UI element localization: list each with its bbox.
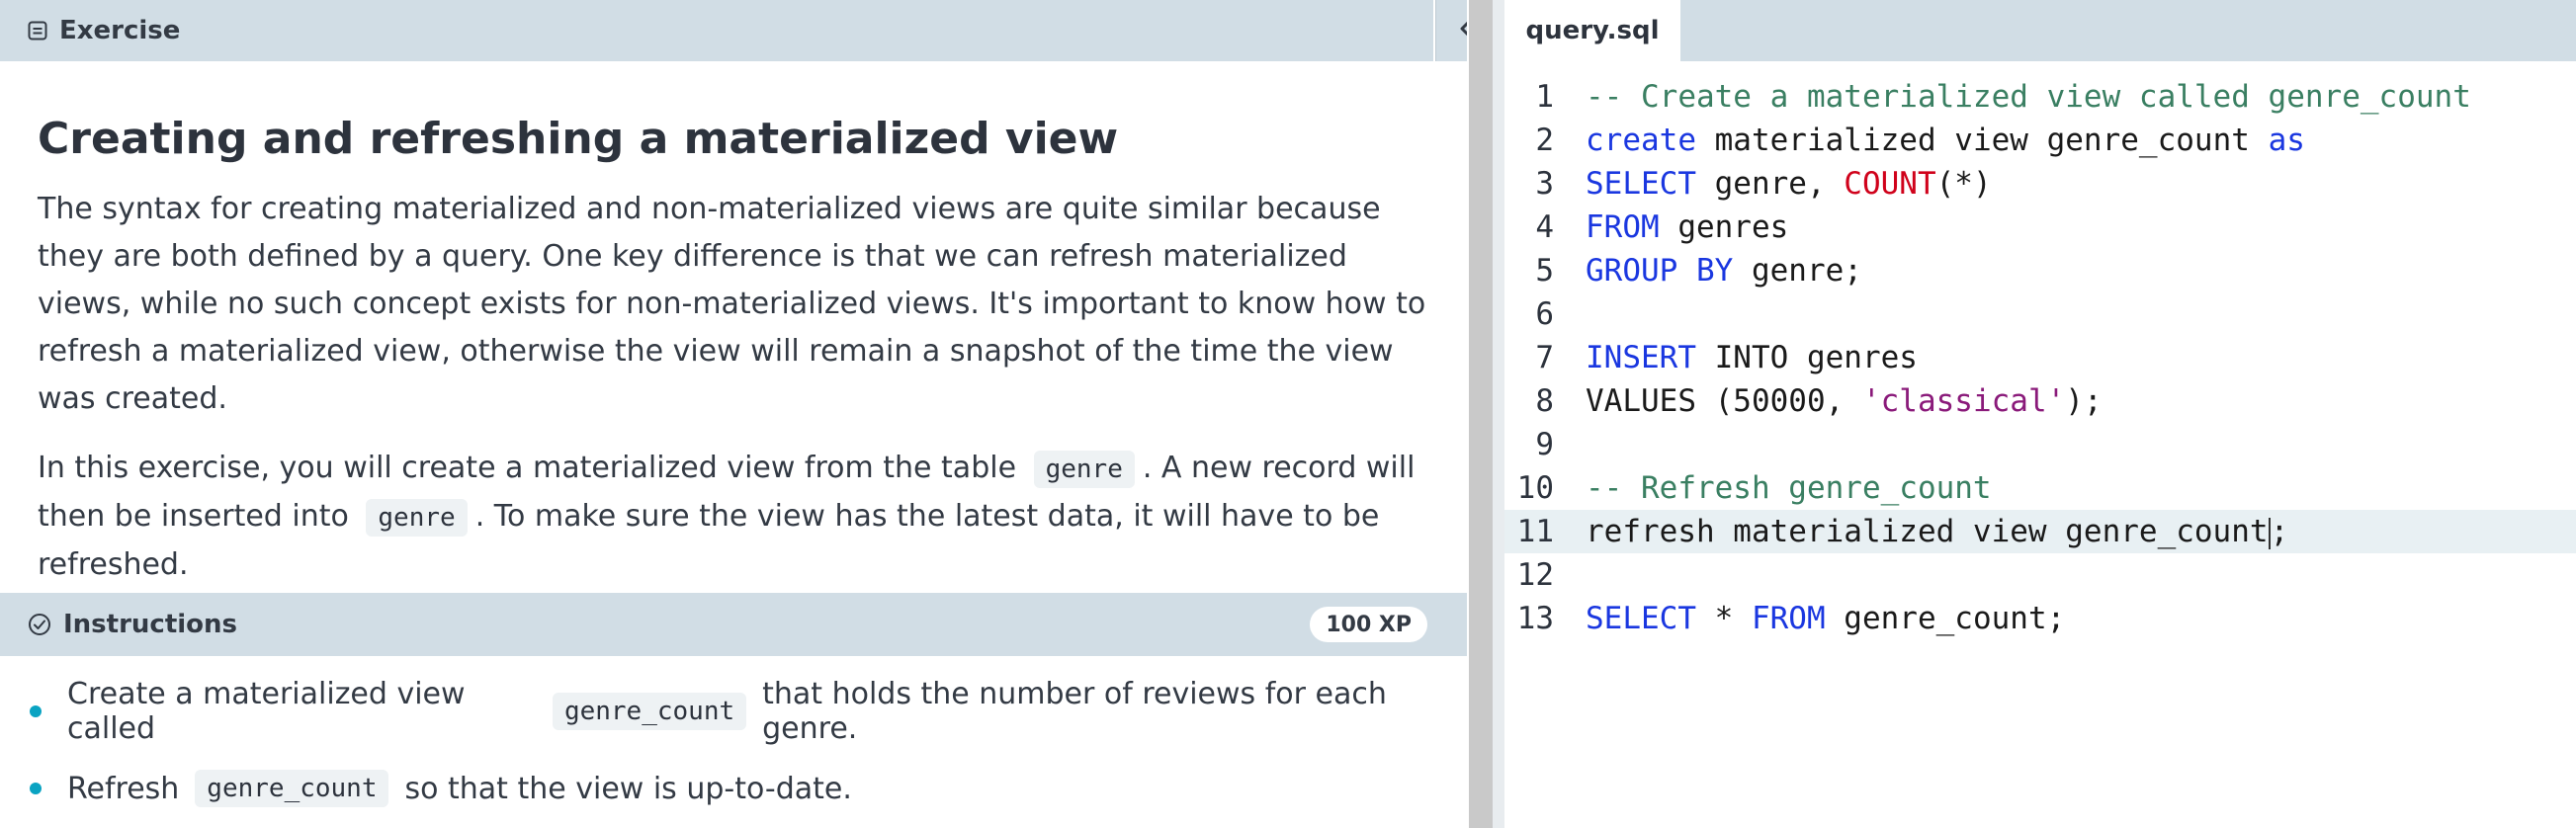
bullet-dot (30, 783, 42, 794)
line-number: 12 (1516, 557, 1554, 593)
code-text: refresh materialized view genre_count; (1586, 514, 2288, 549)
code-token: SELECT (1586, 601, 1696, 636)
code-text: SELECT genre, COUNT(*) (1586, 166, 1992, 202)
app-root: Exercise Creating and refreshing a mater… (0, 0, 2576, 828)
code-line[interactable]: 1 -- Create a materialized view called ge… (1504, 75, 2576, 119)
code-text: INSERT INTO genres (1586, 340, 1918, 375)
instruction-text-after: so that the view is up-to-date. (404, 771, 852, 806)
task-text-1: In this exercise, you will create a mate… (38, 451, 1017, 485)
code-token: FROM (1586, 209, 1660, 245)
line-number: 1 (1535, 79, 1554, 115)
document-icon (28, 21, 47, 41)
code-token: INSERT (1586, 340, 1696, 375)
code-token: genre_count; (1825, 601, 2066, 636)
task-paragraph: In this exercise, you will create a mate… (38, 445, 1431, 589)
instruction-text-before: Create a materialized view called (67, 677, 466, 746)
code-token: genres (1659, 209, 1789, 245)
code-line[interactable]: 6 (1504, 292, 2576, 336)
pane-gutter (1493, 0, 1504, 828)
inline-code-genre-count: genre_count (195, 770, 389, 807)
exercise-pane: Exercise Creating and refreshing a mater… (0, 0, 1467, 828)
code-token: SELECT (1586, 166, 1696, 202)
inline-code-genre-count: genre_count (552, 693, 747, 730)
code-token: ; (2270, 514, 2289, 549)
code-token: VALUES (50000, (1586, 383, 1862, 419)
editor-pane: query.sql 1 -- Create a materialized view… (1504, 0, 2576, 828)
code-line[interactable]: 4 FROM genres (1504, 206, 2576, 249)
line-number: 6 (1535, 296, 1554, 332)
inline-code-genre: genre (366, 499, 468, 537)
bullet-dot (30, 705, 42, 717)
code-editor[interactable]: 1 -- Create a materialized view called ge… (1504, 75, 2576, 640)
editor-tab-bar: query.sql (1504, 0, 2576, 61)
code-line[interactable]: 3 SELECT genre, COUNT(*) (1504, 162, 2576, 206)
instruction-item: Create a materialized view called genre_… (30, 677, 1453, 746)
line-number: 3 (1535, 166, 1554, 202)
code-line[interactable]: 13 SELECT * FROM genre_count; (1504, 597, 2576, 640)
code-token: * (1695, 601, 1752, 636)
code-text: VALUES (50000, 'classical'); (1586, 383, 2103, 419)
code-line[interactable]: 11 refresh materialized view genre_count; (1504, 510, 2576, 553)
line-number: 8 (1535, 383, 1554, 419)
page-title: Creating and refreshing a materialized v… (38, 114, 1119, 164)
code-text: FROM genres (1586, 209, 1788, 245)
code-token: -- Refresh genre_count (1586, 470, 1992, 506)
code-token: GROUP BY (1586, 253, 1734, 289)
exercise-header: Exercise (0, 0, 1433, 61)
exercise-content: Creating and refreshing a materialized v… (38, 99, 1431, 611)
code-token: ); (2065, 383, 2103, 419)
code-token: COUNT (1844, 166, 1936, 202)
pane-resize-handle[interactable] (1469, 0, 1493, 828)
code-text: GROUP BY genre; (1586, 253, 1862, 289)
line-number: 5 (1535, 253, 1554, 289)
code-line[interactable]: 7 INSERT INTO genres (1504, 336, 2576, 379)
code-token: genre; (1733, 253, 1862, 289)
description-paragraph: The syntax for creating materialized and… (38, 192, 1426, 416)
code-token: INTO genres (1695, 340, 1918, 375)
code-text: create materialized view genre_count as (1586, 123, 2305, 158)
collapse-panel-button[interactable] (1435, 0, 1467, 61)
code-token: genre, (1695, 166, 1845, 202)
code-token: (*) (1935, 166, 1992, 202)
exercise-header-title: Exercise (59, 16, 181, 45)
instruction-text-after: that holds the number of reviews for eac… (762, 677, 1387, 746)
instructions-header-title: Instructions (63, 610, 238, 639)
line-number: 7 (1535, 340, 1554, 375)
code-token: materialized view genre_count (1695, 123, 2269, 158)
line-number: 13 (1516, 601, 1554, 636)
code-token: -- Create a materialized view called gen… (1586, 79, 2471, 115)
inline-code-genre: genre (1033, 451, 1135, 488)
code-token: 'classical' (1861, 383, 2066, 419)
code-token: as (2268, 123, 2305, 158)
code-line[interactable]: 12 (1504, 553, 2576, 597)
instruction-text-before: Refresh (67, 771, 180, 806)
code-text: SELECT * FROM genre_count; (1586, 601, 2065, 636)
line-number: 11 (1516, 514, 1554, 549)
code-text: -- Refresh genre_count (1586, 470, 1992, 506)
line-number: 4 (1535, 209, 1554, 245)
tab-query-sql[interactable]: query.sql (1504, 0, 1680, 61)
code-text: -- Create a materialized view called gen… (1586, 79, 2471, 115)
line-number: 2 (1535, 123, 1554, 158)
code-token: create (1586, 123, 1696, 158)
code-line[interactable]: 8 VALUES (50000, 'classical'); (1504, 379, 2576, 423)
instruction-list: Create a materialized view called genre_… (30, 677, 1453, 828)
code-line[interactable]: 9 (1504, 423, 2576, 466)
code-token: refresh materialized view genre_count (1586, 514, 2269, 549)
code-line[interactable]: 2 create materialized view genre_count as (1504, 119, 2576, 162)
xp-badge: 100 XP (1310, 607, 1427, 642)
code-line[interactable]: 10 -- Refresh genre_count (1504, 466, 2576, 510)
instructions-header: Instructions 100 XP (0, 593, 1467, 656)
code-token: FROM (1751, 601, 1826, 636)
line-number: 9 (1535, 427, 1554, 462)
check-circle-icon (28, 613, 51, 636)
instruction-item: Refresh genre_count so that the view is … (30, 759, 1453, 818)
code-line[interactable]: 5 GROUP BY genre; (1504, 249, 2576, 292)
chevron-left-icon (1456, 17, 1467, 44)
line-number: 10 (1516, 470, 1554, 506)
